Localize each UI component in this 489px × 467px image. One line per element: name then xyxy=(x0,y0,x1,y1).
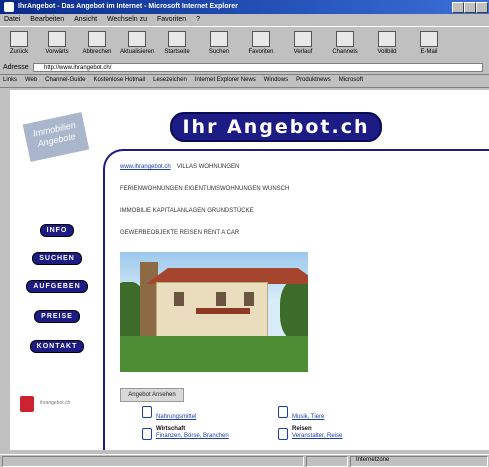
toolbar: Zurück Vorwärts Abbrechen Aktualisieren … xyxy=(0,26,489,64)
page-title: Ihr Angebot.ch xyxy=(126,112,426,142)
menu-favorites[interactable]: Favoriten xyxy=(157,16,186,23)
window-title: IhrAngebot - Das Angebot im Internet - M… xyxy=(18,3,238,10)
link-item[interactable]: Microsoft xyxy=(339,77,363,83)
links-bar: Links Web Channel-Guide Kostenlose Hotma… xyxy=(0,75,489,88)
close-button[interactable] xyxy=(476,2,488,13)
category-travel: Reisen Veranstalter, Reise xyxy=(292,426,343,439)
house-photo xyxy=(120,252,308,372)
promo-card[interactable]: Immobilien Angebote xyxy=(22,112,90,162)
intro-line: IMMOBILIE KAPITALANLAGEN GRUNDSTÜCKE xyxy=(120,208,254,214)
nav-kontakt[interactable]: KONTAKT xyxy=(16,340,98,353)
favorites-button[interactable]: Favoriten xyxy=(244,31,278,59)
menu-file[interactable]: Datei xyxy=(4,16,20,23)
nav-suchen[interactable]: SUCHEN xyxy=(16,252,98,265)
site-link[interactable]: www.ihrangebot.ch xyxy=(120,164,171,170)
refresh-icon xyxy=(128,31,146,47)
logo-mark-icon xyxy=(20,396,34,412)
page-content: Immobilien Angebote INFO SUCHEN AUFGEBEN… xyxy=(10,90,489,450)
history-button[interactable]: Verlauf xyxy=(286,31,320,59)
browser-icon xyxy=(4,2,14,12)
menu-help[interactable]: ? xyxy=(196,16,200,23)
address-input[interactable]: http://www.ihrangebot.ch/ xyxy=(33,63,483,72)
menu-go[interactable]: Wechseln zu xyxy=(107,16,147,23)
nav-aufgeben[interactable]: AUFGEBEN xyxy=(16,280,98,293)
status-progress-pane xyxy=(306,456,348,467)
forward-button[interactable]: Vorwärts xyxy=(40,31,74,59)
history-icon xyxy=(294,31,312,47)
search-button[interactable]: Suchen xyxy=(202,31,236,59)
fullscreen-button[interactable]: Vollbild xyxy=(370,31,404,59)
left-navigation: Immobilien Angebote INFO SUCHEN AUFGEBEN… xyxy=(10,90,102,450)
status-text-pane xyxy=(2,456,304,467)
stop-button[interactable]: Abbrechen xyxy=(80,31,114,59)
link-item[interactable]: Channel-Guide xyxy=(45,77,85,83)
address-label: Adresse xyxy=(3,64,29,71)
view-offer-button[interactable]: Angebot Ansehen xyxy=(120,388,184,402)
mail-icon xyxy=(420,31,438,47)
music-icon xyxy=(278,406,288,418)
stop-icon xyxy=(88,31,106,47)
maximize-button[interactable] xyxy=(464,2,476,13)
intro-line: www.ihrangebot.ch VILLAS WOHNUNGEN xyxy=(120,164,240,170)
menu-bar: Datei Bearbeiten Ansicht Wechseln zu Fav… xyxy=(0,14,489,26)
back-button[interactable]: Zurück xyxy=(2,31,36,59)
menu-edit[interactable]: Bearbeiten xyxy=(30,16,64,23)
business-icon xyxy=(142,428,152,440)
security-zone-label: Internetzone xyxy=(356,457,390,463)
nav-preise[interactable]: PREISE xyxy=(16,310,98,323)
forward-icon xyxy=(48,31,66,47)
window-titlebar: IhrAngebot - Das Angebot im Internet - M… xyxy=(0,0,489,14)
travel-icon xyxy=(278,428,288,440)
home-button[interactable]: Startseite xyxy=(160,31,194,59)
category-food[interactable]: Nahrungsmittel xyxy=(156,414,196,421)
menu-view[interactable]: Ansicht xyxy=(74,16,97,23)
home-icon xyxy=(168,31,186,47)
footer-logo[interactable]: ihrangebot.ch xyxy=(20,396,94,416)
category-music[interactable]: Musik, Tiere xyxy=(292,414,324,421)
minimize-button[interactable] xyxy=(452,2,464,13)
link-item[interactable]: Kostenlose Hotmail xyxy=(93,77,145,83)
links-label: Links xyxy=(3,77,18,83)
intro-line: FERIENWOHNUNGEN EIGENTUMSWOHNUNGEN WUNSC… xyxy=(120,186,290,192)
food-icon xyxy=(142,406,152,418)
back-icon xyxy=(10,31,28,47)
refresh-button[interactable]: Aktualisieren xyxy=(120,31,154,59)
link-item[interactable]: Web xyxy=(25,77,37,83)
mail-button[interactable]: E-Mail xyxy=(412,31,446,59)
intro-line: GEWERBEOBJEKTE REISEN RENT A CAR xyxy=(120,230,240,236)
link-item[interactable]: Produktnews xyxy=(296,77,331,83)
link-item[interactable]: Internet Explorer News xyxy=(195,77,256,83)
search-icon xyxy=(210,31,228,47)
fullscreen-icon xyxy=(378,31,396,47)
link-item[interactable]: Lesezeichen xyxy=(153,77,187,83)
channels-button[interactable]: Channels xyxy=(328,31,362,59)
nav-info[interactable]: INFO xyxy=(16,224,98,237)
favorites-icon xyxy=(252,31,270,47)
link-item[interactable]: Windows xyxy=(264,77,288,83)
status-bar: Internetzone xyxy=(0,454,489,467)
category-business: Wirtschaft Finanzen, Börse, Branchen xyxy=(156,426,229,439)
address-bar: Adresse http://www.ihrangebot.ch/ xyxy=(0,62,489,75)
channels-icon xyxy=(336,31,354,47)
